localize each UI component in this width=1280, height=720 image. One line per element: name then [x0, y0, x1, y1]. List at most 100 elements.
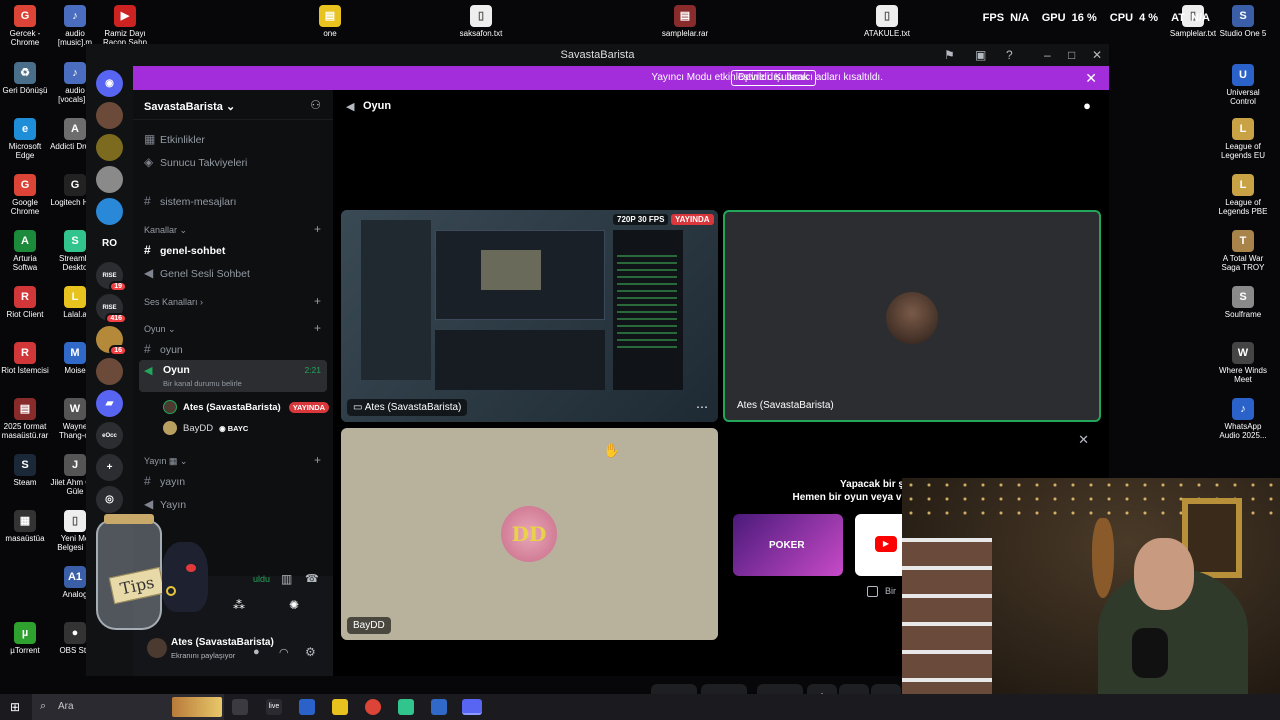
desktop-icon[interactable]: T A Total War Saga TROY [1218, 230, 1268, 272]
youtube-icon: ▶ [875, 536, 897, 552]
server-header[interactable]: SavastaBarista ⌄ ⚇ [133, 90, 333, 120]
desktop-icon[interactable]: A Arturia Softwa [0, 230, 50, 272]
close-banner-icon[interactable]: ✕ [1085, 70, 1097, 87]
desktop-icon[interactable]: R Riot Client [0, 286, 50, 319]
add-channel-icon[interactable]: + [314, 222, 321, 236]
server-icon[interactable] [96, 134, 123, 161]
server-icon[interactable]: ◎ [96, 486, 123, 513]
streamlabs-icon[interactable] [398, 699, 414, 715]
settings-gear-icon[interactable]: ⚙ [305, 645, 316, 659]
server-icon[interactable]: RO [96, 230, 123, 257]
desktop-icon[interactable]: ♻ Geri Dönüşü [0, 62, 50, 95]
task-view-icon[interactable] [232, 699, 248, 715]
server-icon[interactable]: ▰ [96, 390, 123, 417]
category-stream[interactable]: Yayın ▦ ⌄ [144, 456, 187, 467]
server-icon[interactable] [96, 166, 123, 193]
channel-boosts[interactable]: ◈ Sunucu Takviyeleri [144, 155, 247, 169]
discord-icon[interactable] [462, 699, 482, 715]
server-icon[interactable]: ◉ [96, 70, 123, 97]
inbox-icon[interactable]: ▣ [975, 48, 986, 62]
help-icon[interactable]: ? [1006, 48, 1013, 62]
minimize-button[interactable]: – [1044, 48, 1051, 62]
desktop-icon[interactable]: S Studio One 5 [1218, 5, 1268, 38]
channel-yayin-voice[interactable]: ◀ Yayın [144, 497, 186, 511]
activity-icon[interactable]: ⁂ [233, 598, 245, 612]
file-explorer-icon[interactable] [332, 699, 348, 715]
voice-user-ates[interactable]: Ates (SavastaBarista) YAYINDA [163, 400, 330, 414]
flag-icon[interactable]: ⚑ [944, 48, 955, 62]
title-bar[interactable]: SavastaBarista ⚑ ▣ ? – □ ✕ [86, 44, 1109, 66]
microphone-icon[interactable]: ● [253, 646, 260, 658]
server-icon[interactable] [96, 358, 123, 385]
disable-streamer-mode-button[interactable]: Devre dışı bırak [731, 70, 816, 86]
channel-status-prompt[interactable]: Bir kanal durumu belirle [163, 379, 242, 388]
desktop-icon[interactable]: R Riot İstemcisi [0, 342, 50, 375]
server-icon[interactable]: eOcc [96, 422, 123, 449]
maximize-button[interactable]: □ [1068, 48, 1075, 62]
store-icon[interactable] [299, 699, 315, 715]
desktop-icon[interactable]: L League of Legends PBE [1218, 174, 1268, 216]
chrome-icon[interactable] [365, 699, 381, 715]
live-app-icon[interactable]: live [266, 699, 282, 715]
channel-oyun-voice[interactable]: ◀ Oyun 2:21 Bir kanal durumu belirle [139, 360, 327, 392]
desktop-icon[interactable]: ♪ audio [music].m [50, 5, 100, 47]
server-icon[interactable]: RISE 416 [96, 294, 127, 324]
desktop-icon[interactable]: L League of Legends EU [1218, 118, 1268, 160]
user-tile-ates[interactable]: Ates (SavastaBarista) [723, 210, 1101, 422]
desktop-icon[interactable]: G Gercek - Chrome [0, 5, 50, 47]
windows-start-icon[interactable]: ⊞ [10, 700, 20, 714]
desktop-icon[interactable]: ♪ WhatsApp Audio 2025... [1218, 398, 1268, 440]
headphones-icon[interactable]: ◠ [279, 646, 289, 659]
desktop-icon[interactable]: W Where Winds Meet [1218, 342, 1268, 384]
activity-card-poker[interactable]: POKER [733, 514, 843, 576]
server-icon[interactable] [96, 198, 123, 225]
avatar[interactable] [147, 638, 167, 658]
desktop-icon[interactable]: ▤ samplelar.rar [660, 5, 710, 38]
close-window-button[interactable]: ✕ [1092, 48, 1102, 62]
desktop-icon[interactable]: S Steam [0, 454, 50, 487]
add-channel-icon[interactable]: + [314, 453, 321, 467]
app-icon[interactable] [431, 699, 447, 715]
server-icon[interactable]: 16 [96, 326, 127, 356]
desktop-icon[interactable]: U Universal Control [1218, 64, 1268, 106]
taskbar-search[interactable]: ⌕ Ara [32, 694, 224, 720]
soundboard-icon[interactable]: ✺ [289, 598, 299, 612]
desktop-icon[interactable]: µ µTorrent [0, 622, 50, 655]
notification-badge: 19 [109, 281, 127, 292]
desktop-icon[interactable]: G Google Chrome [0, 174, 50, 216]
server-icon[interactable] [96, 102, 123, 129]
add-channel-icon[interactable]: + [314, 321, 321, 335]
desktop-icon-label: µTorrent [10, 646, 40, 655]
desktop-icon[interactable]: ▯ ATAKULE.txt [862, 5, 912, 38]
server-icon[interactable]: RISE 19 [96, 262, 127, 292]
chat-bubble-icon[interactable]: ● [1083, 98, 1091, 113]
user-tile-baydd[interactable]: DD BayDD ✋ [341, 428, 718, 640]
checkbox[interactable] [867, 586, 878, 597]
server-icon[interactable]: + [96, 454, 123, 481]
close-activity-icon[interactable]: ✕ [1078, 432, 1089, 448]
desktop-icon[interactable]: ▦ masaüstüa [0, 510, 50, 543]
desktop-app-icon: ▤ [319, 5, 341, 27]
desktop-icon[interactable]: ▶ Ramiz Dayı Racon Sahn [100, 5, 150, 47]
category-voice[interactable]: Ses Kanalları › [144, 297, 203, 307]
disconnect-icon[interactable]: ☎ [305, 572, 319, 585]
desktop-icon[interactable]: e Microsoft Edge [0, 118, 50, 160]
desktop-icon[interactable]: ▯ saksafon.txt [456, 5, 506, 38]
channel-events[interactable]: ▦ Etkinlikler [144, 132, 205, 146]
desktop-icon[interactable]: ▤ 2025 format masaüstü.rar [0, 398, 50, 440]
sound-wave-icon[interactable]: ▥ [281, 572, 292, 586]
category-channels[interactable]: Kanallar ⌄ [144, 225, 187, 236]
channel-genel-sohbet[interactable]: # genel-sohbet [144, 243, 225, 257]
voice-user-baydd[interactable]: BayDD ◉ BAYC [163, 421, 248, 435]
screen-share-tile[interactable]: 720P 30 FPS YAYINDA ▭ Ates (SavastaBaris… [341, 210, 718, 422]
desktop-icon[interactable]: S Soulframe [1218, 286, 1268, 319]
add-member-icon[interactable]: ⚇ [310, 98, 321, 112]
channel-oyun-text[interactable]: # oyun [144, 342, 183, 356]
channel-yayin-text[interactable]: # yayın [144, 474, 185, 488]
more-options-icon[interactable]: ⋯ [696, 400, 708, 414]
channel-genel-sesli[interactable]: ◀ Genel Sesli Sohbet [144, 266, 250, 280]
category-game[interactable]: Oyun ⌄ [144, 324, 176, 335]
channel-system-messages[interactable]: # sistem-mesajları [144, 194, 236, 208]
add-channel-icon[interactable]: + [314, 294, 321, 308]
desktop-icon[interactable]: ▤ one [305, 5, 355, 38]
